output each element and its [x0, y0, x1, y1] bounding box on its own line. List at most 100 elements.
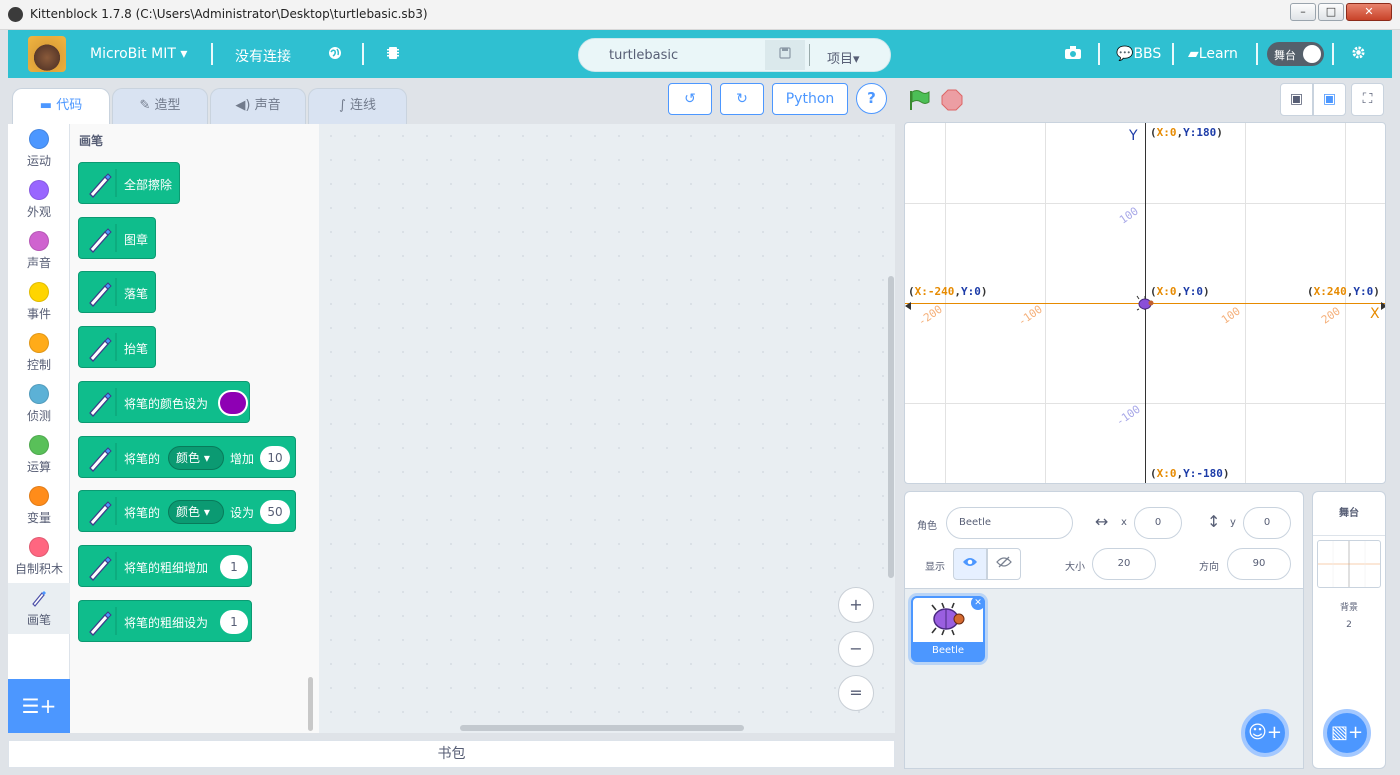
y-tick-label: -100 — [1113, 402, 1143, 429]
camera-icon[interactable] — [1065, 46, 1081, 63]
category-dot-icon — [29, 333, 49, 353]
y-input[interactable]: 0 — [1243, 507, 1291, 539]
project-menu[interactable]: 项目▾ — [827, 48, 860, 67]
category-label: 变量 — [26, 511, 51, 525]
category-label: 侦测 — [26, 409, 51, 423]
category-label: 运算 — [26, 460, 51, 474]
palette-scrollbar[interactable] — [308, 677, 313, 731]
workspace-horizontal-scrollbar[interactable] — [460, 725, 744, 731]
tab-costumes[interactable]: ✎ 造型 — [112, 88, 208, 124]
beetle-sprite[interactable] — [1136, 295, 1154, 314]
show-visible-button[interactable] — [953, 548, 987, 580]
category-5[interactable]: 侦测 — [8, 379, 70, 430]
pen-icon — [89, 497, 117, 527]
learn-link[interactable]: ▰Learn — [1188, 46, 1238, 62]
workspace-vertical-scrollbar[interactable] — [888, 276, 894, 578]
y-arrows-icon: ↕ — [1207, 512, 1221, 531]
code-workspace[interactable] — [319, 124, 895, 733]
zoom-reset-button[interactable]: = — [838, 675, 874, 711]
direction-input[interactable]: 90 — [1227, 548, 1291, 580]
param-dropdown[interactable]: 颜色 ▾ — [168, 445, 224, 470]
project-name-input[interactable]: turtlebasic — [609, 48, 678, 63]
category-1[interactable]: 外观 — [8, 175, 70, 226]
pen-block-4[interactable]: 将笔的颜色设为 — [78, 380, 250, 423]
value-input[interactable]: 10 — [260, 445, 290, 470]
device-menu[interactable]: MicroBit MIT ▾ — [90, 46, 187, 62]
brush-icon: ✎ — [139, 98, 151, 113]
add-extension-button[interactable]: ☰+ — [8, 679, 70, 733]
value-input[interactable]: 1 — [220, 554, 248, 579]
zoom-out-button[interactable]: − — [838, 631, 874, 667]
y-label: y — [1230, 517, 1236, 528]
category-9[interactable]: 画笔 — [8, 583, 70, 634]
sprite-name-input[interactable]: Beetle — [946, 507, 1073, 539]
add-backdrop-button[interactable]: ▧+ — [1323, 709, 1371, 757]
direction-label: 方向 — [1199, 562, 1219, 573]
tab-code-label: 代码 — [56, 98, 83, 113]
backpack[interactable]: 书包 — [8, 740, 895, 768]
connection-status[interactable]: 没有连接 — [235, 46, 291, 66]
add-sprite-button[interactable]: ☺+ — [1241, 709, 1289, 757]
python-button[interactable]: Python — [772, 83, 848, 115]
stage-canvas[interactable]: Y X (X:0,Y:180) (X:0,Y:-180) (X:-240,Y:0… — [904, 122, 1386, 484]
globe-icon[interactable] — [328, 46, 342, 64]
green-flag-icon[interactable] — [907, 88, 931, 115]
close-button[interactable]: ✕ — [1346, 3, 1392, 21]
category-4[interactable]: 控制 — [8, 328, 70, 379]
redo-button[interactable]: ↻ — [720, 83, 764, 115]
pen-block-0[interactable]: 全部擦除 — [78, 162, 180, 204]
kittenblock-logo[interactable] — [28, 36, 66, 72]
menubar: MicroBit MIT ▾ 没有连接 turtlebasic 项目▾ 💬BBS… — [8, 30, 1392, 78]
category-7[interactable]: 变量 — [8, 481, 70, 532]
save-icon[interactable] — [765, 40, 805, 70]
small-stage-button[interactable]: ▣ — [1280, 83, 1313, 116]
category-0[interactable]: 运动 — [8, 124, 70, 175]
coord-top: (X:0,Y:180) — [1150, 126, 1223, 139]
pen-block-5[interactable]: 将笔的 颜色 ▾ 增加 10 — [78, 435, 296, 478]
param-dropdown[interactable]: 颜色 ▾ — [168, 500, 224, 525]
stage-thumbnail — [1317, 540, 1381, 588]
pen-block-2[interactable]: 落笔 — [78, 271, 156, 314]
large-stage-button[interactable]: ▣ — [1313, 83, 1346, 116]
gear-icon[interactable] — [1352, 46, 1365, 63]
tab-code[interactable]: ▬ 代码 — [12, 88, 110, 126]
block-op-text: 增加 — [230, 451, 255, 466]
menu-divider — [1098, 43, 1100, 65]
sprite-thumbnail[interactable]: ✕ Beetle — [911, 596, 985, 662]
value-input[interactable]: 50 — [260, 500, 290, 525]
pen-block-8[interactable]: 将笔的粗细设为 1 — [78, 599, 252, 642]
show-hidden-button[interactable] — [987, 548, 1021, 580]
value-input[interactable]: 1 — [220, 609, 248, 634]
x-input[interactable]: 0 — [1134, 507, 1182, 539]
undo-icon: ↺ — [684, 91, 696, 107]
toggle-knob — [1303, 45, 1321, 63]
category-3[interactable]: 事件 — [8, 277, 70, 328]
y-tick-label: 100 — [1117, 204, 1141, 227]
fullscreen-button[interactable]: ⛶ — [1351, 83, 1384, 116]
pen-block-6[interactable]: 将笔的 颜色 ▾ 设为 50 — [78, 490, 296, 533]
category-2[interactable]: 声音 — [8, 226, 70, 277]
pen-icon — [89, 551, 117, 581]
category-6[interactable]: 运算 — [8, 430, 70, 481]
size-input[interactable]: 20 — [1092, 548, 1156, 580]
stop-icon[interactable] — [941, 89, 963, 114]
stage-toggle-label: 舞台 — [1274, 49, 1296, 62]
delete-sprite-button[interactable]: ✕ — [971, 596, 985, 610]
color-picker[interactable] — [218, 389, 248, 416]
zoom-in-button[interactable]: + — [838, 587, 874, 623]
stage-toggle[interactable]: 舞台 — [1267, 42, 1324, 66]
x-axis-label: X — [1370, 306, 1380, 322]
tab-wiring[interactable]: ∫ 连线 — [308, 88, 407, 124]
help-button[interactable]: ? — [856, 83, 887, 114]
pen-block-7[interactable]: 将笔的粗细增加 1 — [78, 544, 252, 587]
pen-block-3[interactable]: 抬笔 — [78, 326, 156, 369]
pen-block-1[interactable]: 图章 — [78, 216, 156, 259]
window-title: Kittenblock 1.7.8 (C:\Users\Administrato… — [30, 7, 428, 21]
chip-icon[interactable] — [387, 46, 399, 64]
bbs-link[interactable]: 💬BBS — [1116, 46, 1161, 62]
undo-button[interactable]: ↺ — [668, 83, 712, 115]
minimize-button[interactable]: – — [1290, 3, 1316, 21]
category-8[interactable]: 自制积木 — [8, 532, 70, 583]
maximize-button[interactable]: □ — [1318, 3, 1344, 21]
tab-sounds[interactable]: ◀) 声音 — [210, 88, 306, 124]
